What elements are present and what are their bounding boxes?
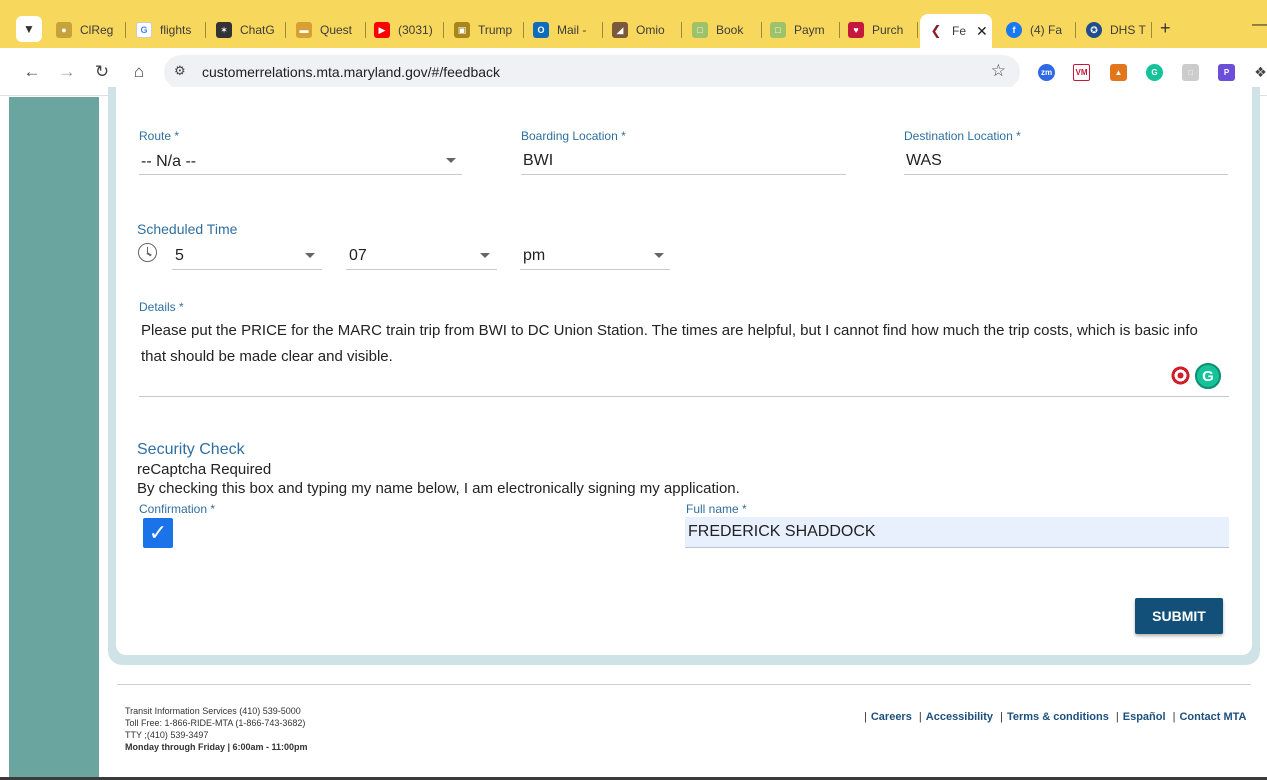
chatgpt-icon: ✶ <box>216 22 232 38</box>
chevron-down-icon[interactable] <box>305 253 315 258</box>
chevron-down-icon[interactable] <box>480 253 490 258</box>
chevron-down-icon[interactable] <box>446 158 456 163</box>
minute-select[interactable]: 07 <box>349 247 367 265</box>
ampm-select[interactable]: pm <box>523 247 545 265</box>
tab-mail[interactable]: O Mail - <box>533 16 603 44</box>
clock-icon <box>138 243 157 262</box>
destination-location-input[interactable]: WAS <box>906 152 942 170</box>
bookmark-star-icon[interactable]: ☆ <box>991 61 1006 81</box>
chevron-down-icon[interactable] <box>654 253 664 258</box>
tab-quest[interactable]: ▬ Quest <box>296 16 366 44</box>
route-label: Route * <box>139 129 180 143</box>
tab-search-chevron-icon[interactable]: ▼ <box>16 16 42 42</box>
confirmation-label: Confirmation * <box>139 502 216 516</box>
tab-purchase[interactable]: ♥ Purch <box>848 16 918 44</box>
espanol-link[interactable]: Español <box>1123 711 1166 723</box>
tab-book[interactable]: □ Book <box>692 16 762 44</box>
address-bar[interactable]: ⚙ customerrelations.mta.maryland.gov/#/f… <box>164 55 1020 89</box>
tab-trump[interactable]: ▣ Trump <box>454 16 524 44</box>
square-icon: □ <box>692 22 708 38</box>
footer-tty: TTY ;(410) 539-3497 <box>125 730 209 740</box>
full-name-label: Full name * <box>686 502 747 516</box>
browser-tab-strip: ▼ ● ClReg G flights ✶ ChatG ▬ Quest ▶ (3… <box>0 0 1267 48</box>
boarding-location-input[interactable]: BWI <box>523 152 553 170</box>
site-settings-icon[interactable]: ⚙ <box>174 63 186 79</box>
security-check-title: Security Check <box>137 441 245 458</box>
checkmark-icon: ✓ <box>148 520 168 545</box>
p-extension-icon[interactable]: P <box>1218 64 1235 81</box>
briefcase-icon: ▣ <box>454 22 470 38</box>
tab-flights[interactable]: G flights <box>136 16 206 44</box>
seal-icon: ✪ <box>1086 22 1102 38</box>
full-name-input[interactable]: FREDERICK SHADDOCK <box>685 517 1229 548</box>
minimize-icon[interactable]: — <box>1252 16 1267 34</box>
grammarly-icon[interactable]: G <box>1195 363 1221 389</box>
facebook-icon: f <box>1006 22 1022 38</box>
tab-payment[interactable]: □ Paym <box>770 16 840 44</box>
careers-link[interactable]: Careers <box>871 711 912 723</box>
details-label: Details * <box>139 300 184 314</box>
tab-clreg[interactable]: ● ClReg <box>56 16 126 44</box>
scheduled-time-label: Scheduled Time <box>137 221 238 237</box>
metamask-fox-icon[interactable]: ▲ <box>1110 64 1127 81</box>
zoom-extension-icon[interactable]: zm <box>1038 64 1055 81</box>
terms-link[interactable]: Terms & conditions <box>1007 711 1109 723</box>
details-textarea[interactable]: Please put the PRICE for the MARC train … <box>141 318 1211 370</box>
feedback-form-card <box>116 87 1252 655</box>
tab-feedback-active[interactable]: ❮ Fe ✕ <box>920 14 992 48</box>
footer-hours: Monday through Friday | 6:00am - 11:00pm <box>125 742 308 752</box>
tab-facebook[interactable]: f (4) Fa <box>1006 16 1076 44</box>
boarding-location-label: Boarding Location * <box>521 129 626 143</box>
confirmation-checkbox[interactable]: ✓ <box>143 518 173 548</box>
back-arrow-icon[interactable]: ← <box>20 60 44 84</box>
contact-mta-link[interactable]: Contact MTA <box>1179 711 1246 723</box>
footer-links: | Careers | Accessibility | Terms & conditi… <box>864 711 1247 723</box>
vm-extension-icon[interactable]: VM <box>1073 64 1090 81</box>
globe-icon: ● <box>56 22 72 38</box>
submit-button[interactable]: SUBMIT <box>1135 598 1223 634</box>
tab-dhs[interactable]: ✪ DHS T <box>1086 16 1152 44</box>
signing-text: By checking this box and typing my name … <box>137 480 740 497</box>
grammarly-extension-icon[interactable]: G <box>1146 64 1163 81</box>
amtrak-icon: ❮ <box>928 23 944 39</box>
close-icon[interactable]: ✕ <box>976 23 988 40</box>
footer-phone: Transit Information Services (410) 539-5… <box>125 706 301 716</box>
url-text[interactable]: customerrelations.mta.maryland.gov/#/fee… <box>202 64 500 80</box>
route-select[interactable]: -- N/a -- <box>141 153 196 171</box>
clipboard-extension-icon[interactable]: □ <box>1182 64 1199 81</box>
new-tab-plus-icon[interactable]: + <box>1160 18 1171 39</box>
page-content: Route * -- N/a -- Boarding Location * BW… <box>0 87 1267 780</box>
outlook-icon: O <box>533 22 549 38</box>
tab-chatgpt[interactable]: ✶ ChatG <box>216 16 286 44</box>
square-icon: □ <box>770 22 786 38</box>
heart-icon: ♥ <box>848 22 864 38</box>
accessibility-link[interactable]: Accessibility <box>926 711 993 723</box>
target-extension-icon[interactable] <box>1170 365 1191 386</box>
google-icon: G <box>136 22 152 38</box>
footer-toll-free: Toll Free: 1-866-RIDE-MTA (1-866-743-368… <box>125 718 306 728</box>
left-teal-sidebar <box>9 97 99 777</box>
tab-omio[interactable]: ◢ Omio <box>612 16 682 44</box>
card-icon: ▬ <box>296 22 312 38</box>
tab-youtube[interactable]: ▶ (3031) <box>374 16 444 44</box>
reload-icon[interactable]: ↻ <box>90 60 114 84</box>
recaptcha-text: reCaptcha Required <box>137 461 272 478</box>
omio-icon: ◢ <box>612 22 628 38</box>
home-icon[interactable]: ⌂ <box>127 60 151 84</box>
destination-location-label: Destination Location * <box>904 129 1021 143</box>
forward-arrow-icon[interactable]: → <box>55 60 79 84</box>
extensions-puzzle-icon[interactable]: ❖ <box>1252 64 1267 81</box>
hour-select[interactable]: 5 <box>175 247 184 265</box>
youtube-icon: ▶ <box>374 22 390 38</box>
